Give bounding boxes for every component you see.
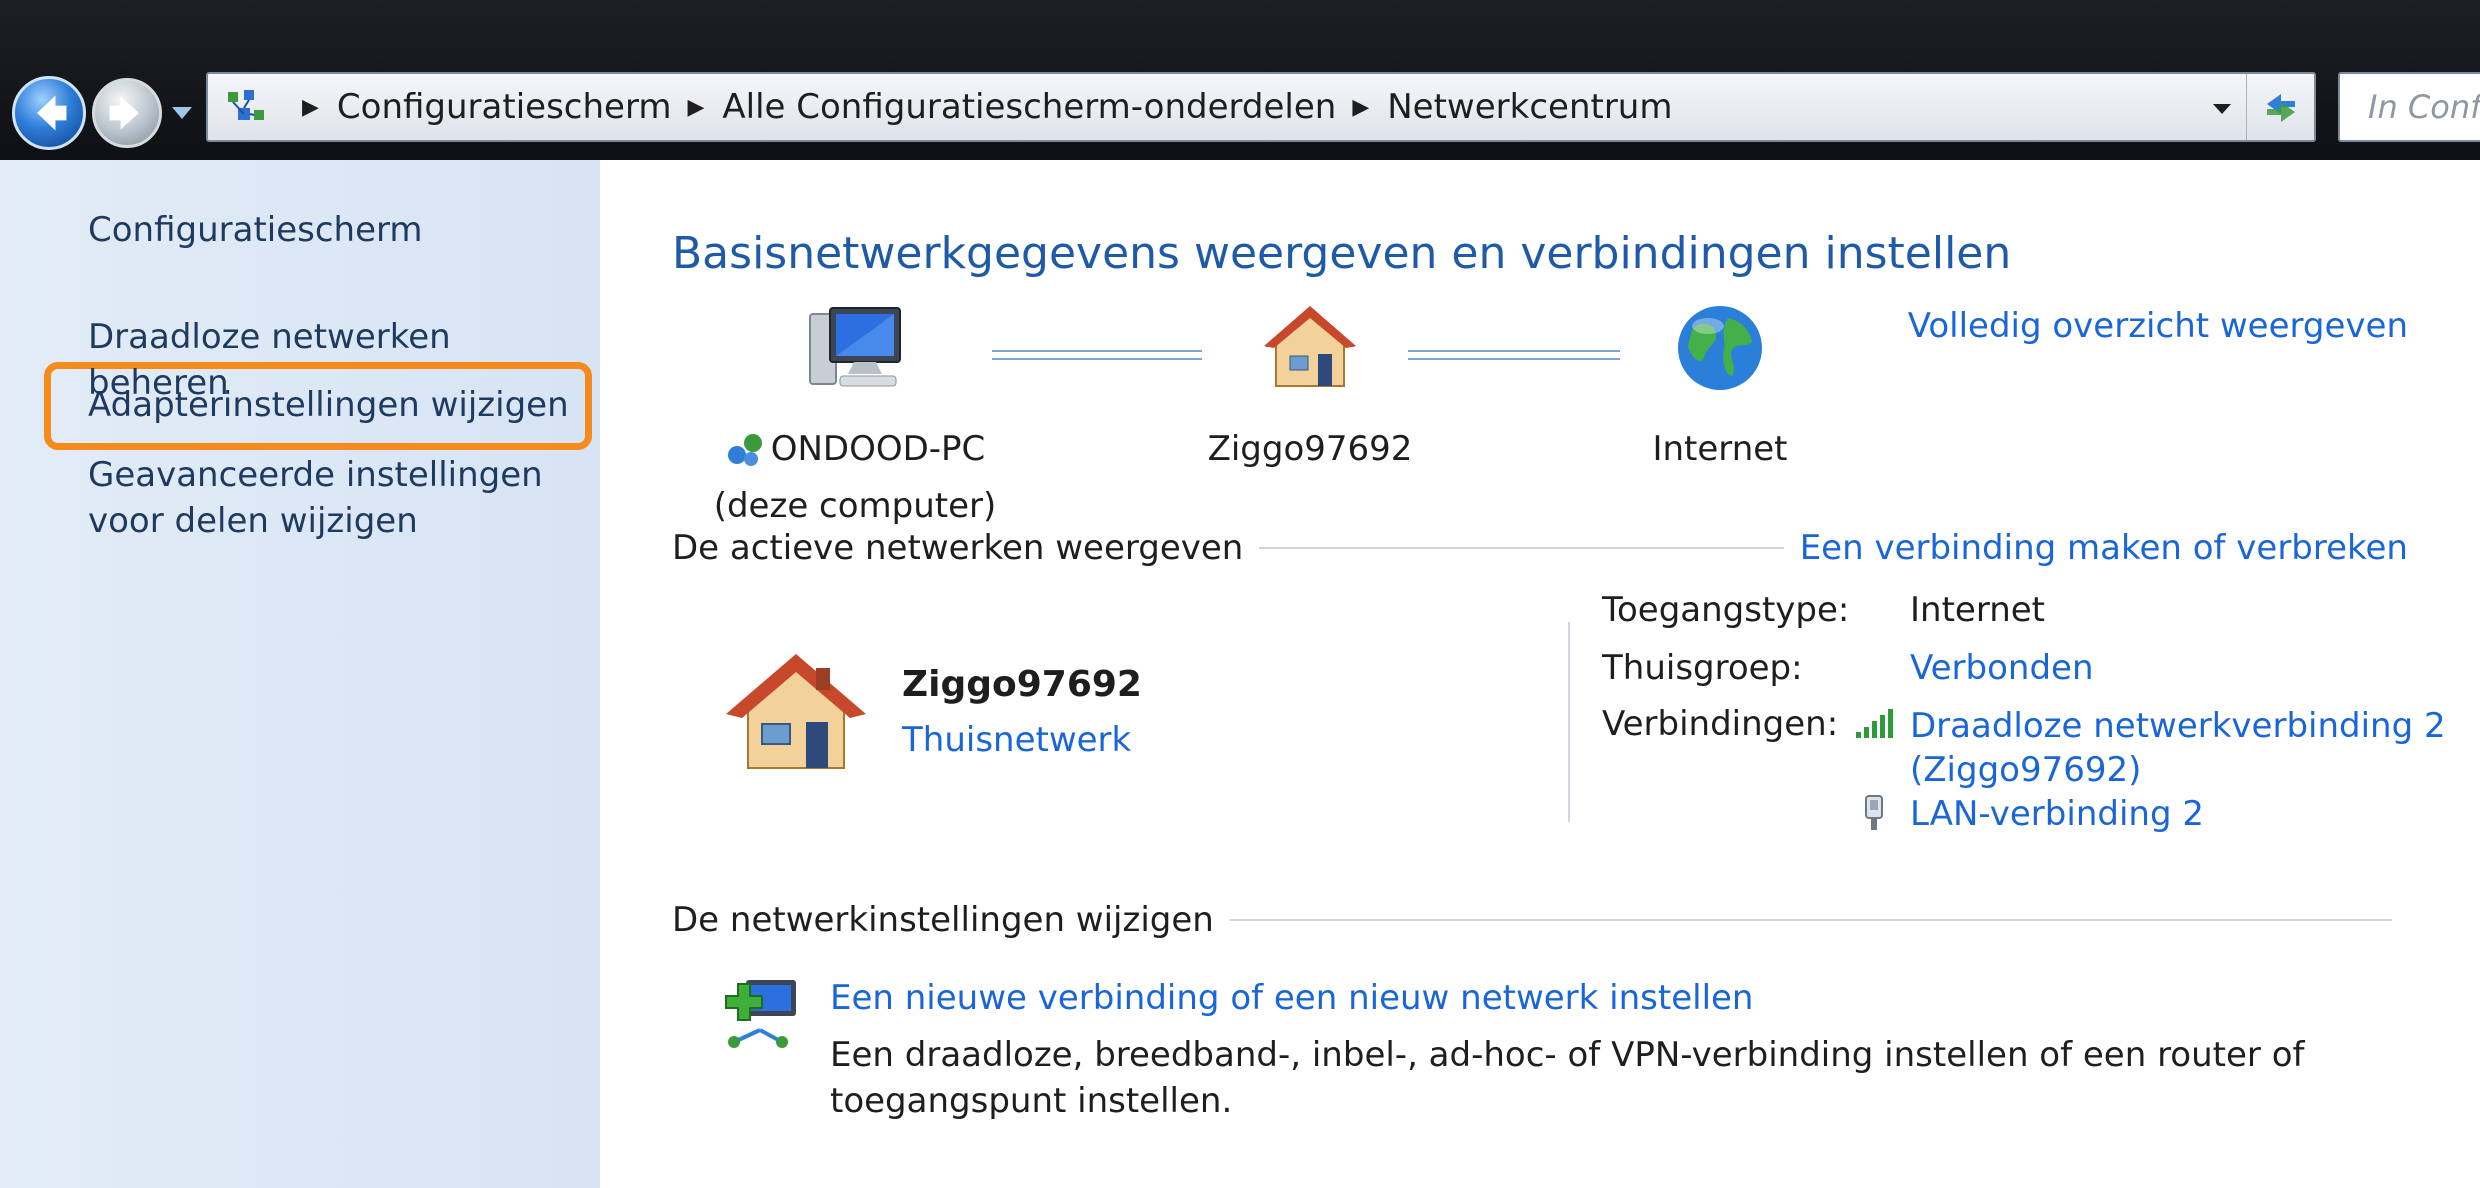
- new-connection-description: Een draadloze, breedband-, inbel-, ad-ho…: [830, 1035, 2305, 1121]
- sidebar-item-advanced-sharing[interactable]: Geavanceerde instellingen voor delen wij…: [88, 452, 588, 544]
- network-location-icon: [228, 90, 264, 120]
- active-networks-heading: De actieve netwerken weergeven: [672, 528, 1244, 568]
- computer-name: ONDOOD-PC: [770, 429, 986, 469]
- map-node-computer: ONDOOD-PC (deze computer): [710, 300, 1000, 530]
- connections-label: Verbindingen:: [1602, 704, 1839, 744]
- arrow-right-icon: [109, 96, 139, 130]
- map-node-internet[interactable]: Internet: [1610, 300, 1830, 473]
- forward-button[interactable]: [92, 78, 162, 148]
- wifi-signal-icon: [1856, 709, 1893, 738]
- network-type-link[interactable]: Thuisnetwerk: [902, 720, 1131, 760]
- search-input[interactable]: In Conf: [2338, 72, 2480, 142]
- network-adapter-icon: [727, 434, 762, 466]
- page-title: Basisnetwerkgegevens weergeven en verbin…: [672, 228, 2012, 279]
- wireless-connection-name: Draadloze netwerkverbinding 2: [1910, 706, 2446, 746]
- active-network-name: Ziggo97692: [902, 664, 1142, 705]
- vertical-divider: [1568, 622, 1570, 822]
- refresh-icon: [2267, 94, 2295, 122]
- section-divider: [1229, 919, 2392, 921]
- sidebar-item-adapter-settings[interactable]: Adapterinstellingen wijzigen: [88, 382, 569, 428]
- back-button[interactable]: [12, 76, 86, 150]
- homegroup-link[interactable]: Verbonden: [1910, 648, 2094, 688]
- breadcrumb-separator-icon[interactable]: ▶: [1352, 95, 1369, 120]
- breadcrumb: ▶ Configuratiescherm ▶ Alle Configuratie…: [286, 74, 1672, 140]
- lan-plug-icon: [1865, 795, 1883, 830]
- new-connection-icon[interactable]: [720, 972, 806, 1058]
- breadcrumb-separator-icon[interactable]: ▶: [302, 95, 319, 120]
- internet-label: Internet: [1652, 429, 1788, 469]
- main-content: Basisnetwerkgegevens weergeven en verbin…: [600, 160, 2480, 1188]
- network-settings-heading: De netwerkinstellingen wijzigen: [672, 900, 1214, 940]
- home-network-icon[interactable]: [720, 648, 870, 778]
- address-toolbar: ▶ Configuratiescherm ▶ Alle Configuratie…: [0, 0, 2480, 160]
- address-dropdown-icon[interactable]: [2210, 96, 2234, 120]
- section-divider: [1259, 547, 1784, 549]
- house-icon: [1264, 306, 1356, 387]
- history-dropdown-icon[interactable]: [168, 96, 196, 128]
- sidebar: Configuratiescherm Draadloze netwerken b…: [0, 160, 600, 1188]
- breadcrumb-all-items[interactable]: Alle Configuratiescherm-onderdelen: [722, 87, 1336, 127]
- map-connection-line: [992, 350, 1202, 360]
- wireless-connection-ssid: (Ziggo97692): [1910, 750, 2142, 790]
- active-networks-header: De actieve netwerken weergeven Een verbi…: [672, 528, 2408, 568]
- router-name: Ziggo97692: [1207, 429, 1413, 469]
- connect-disconnect-link[interactable]: Een verbinding maken of verbreken: [1800, 528, 2408, 568]
- new-connection-link[interactable]: Een nieuwe verbinding of een nieuw netwe…: [830, 978, 1753, 1018]
- full-map-link[interactable]: Volledig overzicht weergeven: [1908, 306, 2408, 346]
- access-type-label: Toegangstype:: [1602, 590, 1850, 630]
- homegroup-label: Thuisgroep:: [1602, 648, 1803, 688]
- access-type-value: Internet: [1910, 590, 2046, 630]
- lan-connection-name: LAN-verbinding 2: [1910, 794, 2204, 834]
- map-node-router[interactable]: Ziggo97692: [1190, 300, 1430, 473]
- arrow-left-icon: [37, 95, 67, 131]
- address-field[interactable]: ▶ Configuratiescherm ▶ Alle Configuratie…: [206, 72, 2316, 142]
- network-settings-header: De netwerkinstellingen wijzigen: [672, 900, 2408, 940]
- globe-icon: [1678, 306, 1762, 390]
- computer-subtitle: (deze computer): [713, 486, 997, 526]
- refresh-button[interactable]: [2246, 74, 2314, 140]
- breadcrumb-separator-icon[interactable]: ▶: [687, 95, 704, 120]
- breadcrumb-control-panel[interactable]: Configuratiescherm: [337, 87, 672, 127]
- sidebar-home-link[interactable]: Configuratiescherm: [88, 210, 423, 250]
- computer-icon: [809, 307, 901, 387]
- map-connection-line: [1408, 350, 1620, 360]
- breadcrumb-network-center[interactable]: Netwerkcentrum: [1387, 87, 1672, 127]
